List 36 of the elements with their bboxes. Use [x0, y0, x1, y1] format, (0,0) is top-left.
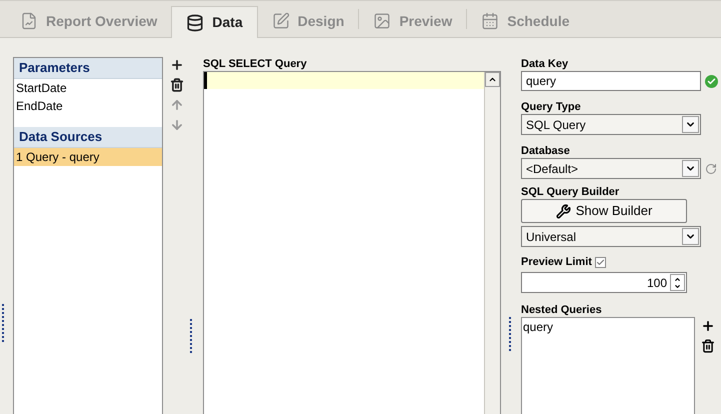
data-key-field[interactable]: query — [521, 71, 701, 91]
splitter-handle-icon[interactable] — [509, 317, 512, 353]
report-icon — [20, 12, 38, 30]
delete-icon[interactable] — [701, 339, 715, 353]
show-builder-button[interactable]: Show Builder — [521, 199, 687, 223]
field-label: Preview Limit — [521, 254, 592, 270]
dialect-dropdown[interactable]: Universal — [521, 226, 701, 247]
section-header: Parameters — [14, 58, 162, 79]
image-icon — [373, 12, 392, 30]
edit-icon — [272, 12, 290, 30]
field-label: SQL Query Builder — [521, 185, 620, 199]
list-item[interactable]: query — [522, 318, 694, 334]
field-label: Nested Queries — [521, 303, 603, 317]
splitter-handle-icon[interactable] — [190, 319, 193, 355]
list-item[interactable]: EndDate — [14, 97, 162, 115]
calendar-icon — [481, 12, 500, 30]
query-type-dropdown[interactable]: SQL Query — [521, 114, 701, 135]
field-label: Database — [521, 144, 571, 158]
splitter-handle-icon[interactable] — [2, 304, 5, 344]
delete-icon[interactable] — [170, 78, 184, 92]
checkbox[interactable] — [594, 256, 606, 268]
add-icon[interactable] — [170, 58, 184, 72]
preview-limit-spinner[interactable]: 100 — [521, 272, 687, 293]
refresh-icon[interactable] — [705, 162, 717, 174]
wrench-icon — [556, 204, 571, 218]
database-icon — [186, 14, 204, 32]
field-label: Query Type — [521, 100, 582, 114]
section-header: Data Sources — [14, 127, 162, 148]
tab[interactable]: Data — [171, 6, 258, 38]
database-dropdown[interactable]: <Default> — [521, 158, 701, 179]
scroll-up-icon[interactable] — [485, 72, 500, 87]
field-label: Data Key — [521, 57, 570, 71]
list-item[interactable]: StartDate — [14, 79, 162, 97]
add-icon[interactable] — [701, 319, 715, 333]
list-item[interactable]: 1 Query - query — [14, 148, 162, 166]
field-label: SQL SELECT Query — [203, 57, 308, 71]
